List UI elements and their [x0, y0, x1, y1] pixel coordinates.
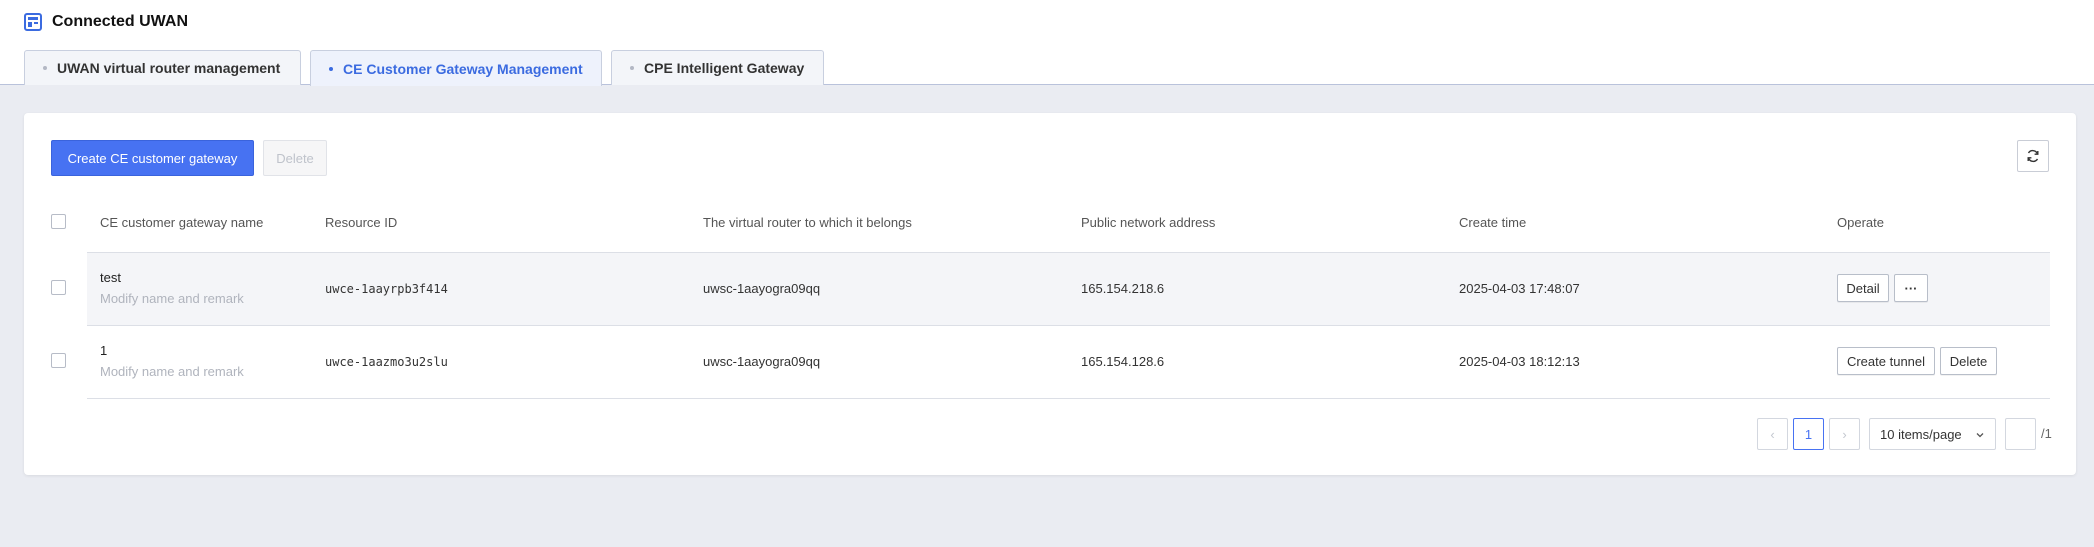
column-header-create-time: Create time	[1459, 215, 1527, 230]
app-title-text: Connected UWAN	[52, 13, 188, 30]
column-header-operate: Operate	[1837, 215, 1884, 230]
public-address: 165.154.128.6	[1081, 354, 1165, 369]
resource-id: uwce-1aayrpb3f414	[325, 282, 448, 296]
public-address: 165.154.218.6	[1081, 281, 1165, 296]
gateway-name[interactable]: 1	[100, 343, 107, 358]
virtual-router-id: uwsc-1aayogra09qq	[703, 281, 821, 296]
column-header-resource-id: Resource ID	[325, 215, 398, 230]
total-pages-label: /1	[2041, 426, 2052, 441]
prev-page-button[interactable]: ‹	[1757, 418, 1788, 450]
tab-cpe-intelligent-gateway[interactable]: CPE Intelligent Gateway	[611, 50, 824, 85]
page-size-label: 10 items/page	[1880, 426, 1962, 442]
column-header-public-address: Public network address	[1081, 215, 1216, 230]
row-checkbox[interactable]	[51, 353, 66, 368]
more-actions-button[interactable]: ···	[1894, 274, 1928, 302]
tab-label: UWAN virtual router management	[57, 60, 281, 76]
row-divider	[87, 398, 2050, 399]
resource-id: uwce-1aazmo3u2slu	[325, 355, 448, 369]
refresh-icon	[2027, 149, 2039, 163]
page-jump-input[interactable]	[2005, 418, 2036, 450]
row-delete-button[interactable]: Delete	[1940, 347, 1997, 375]
tab-dot-icon	[329, 66, 333, 71]
row-checkbox[interactable]	[51, 280, 66, 295]
tab-dot-icon	[630, 66, 634, 70]
page-size-select[interactable]: 10 items/page	[1869, 418, 1996, 450]
tab-label: CE Customer Gateway Management	[343, 60, 583, 77]
page-1-button[interactable]: 1	[1793, 418, 1824, 450]
next-page-button[interactable]: ›	[1829, 418, 1860, 450]
tab-dot-icon	[43, 66, 47, 70]
chevron-down-icon	[1976, 433, 1984, 438]
tab-label: CPE Intelligent Gateway	[644, 60, 805, 76]
modify-name-remark-link[interactable]: Modify name and remark	[100, 364, 244, 379]
refresh-button[interactable]	[2017, 140, 2049, 172]
create-time: 2025-04-03 17:48:07	[1459, 281, 1580, 296]
virtual-router-id: uwsc-1aayogra09qq	[703, 354, 821, 369]
network-logo-icon	[24, 13, 42, 31]
tab-uwan-virtual-router[interactable]: UWAN virtual router management	[24, 50, 301, 85]
create-tunnel-button[interactable]: Create tunnel	[1837, 347, 1935, 375]
row-divider	[87, 325, 2050, 326]
modify-name-remark-link[interactable]: Modify name and remark	[100, 291, 244, 306]
tab-ce-customer-gateway[interactable]: CE Customer Gateway Management	[310, 50, 602, 86]
delete-button[interactable]: Delete	[263, 140, 327, 176]
column-header-virtual-router: The virtual router to which it belongs	[703, 215, 912, 230]
column-header-name: CE customer gateway name	[100, 215, 264, 230]
header-bar: Connected UWAN UWAN virtual router manag…	[0, 0, 2094, 86]
gateway-name[interactable]: test	[100, 270, 121, 285]
create-time: 2025-04-03 18:12:13	[1459, 354, 1580, 369]
app-title: Connected UWAN	[24, 12, 188, 32]
select-all-checkbox[interactable]	[51, 214, 66, 229]
detail-button[interactable]: Detail	[1837, 274, 1889, 302]
content-card: Create CE customer gateway Delete CE cus…	[24, 113, 2076, 475]
create-ce-gateway-button[interactable]: Create CE customer gateway	[51, 140, 254, 176]
